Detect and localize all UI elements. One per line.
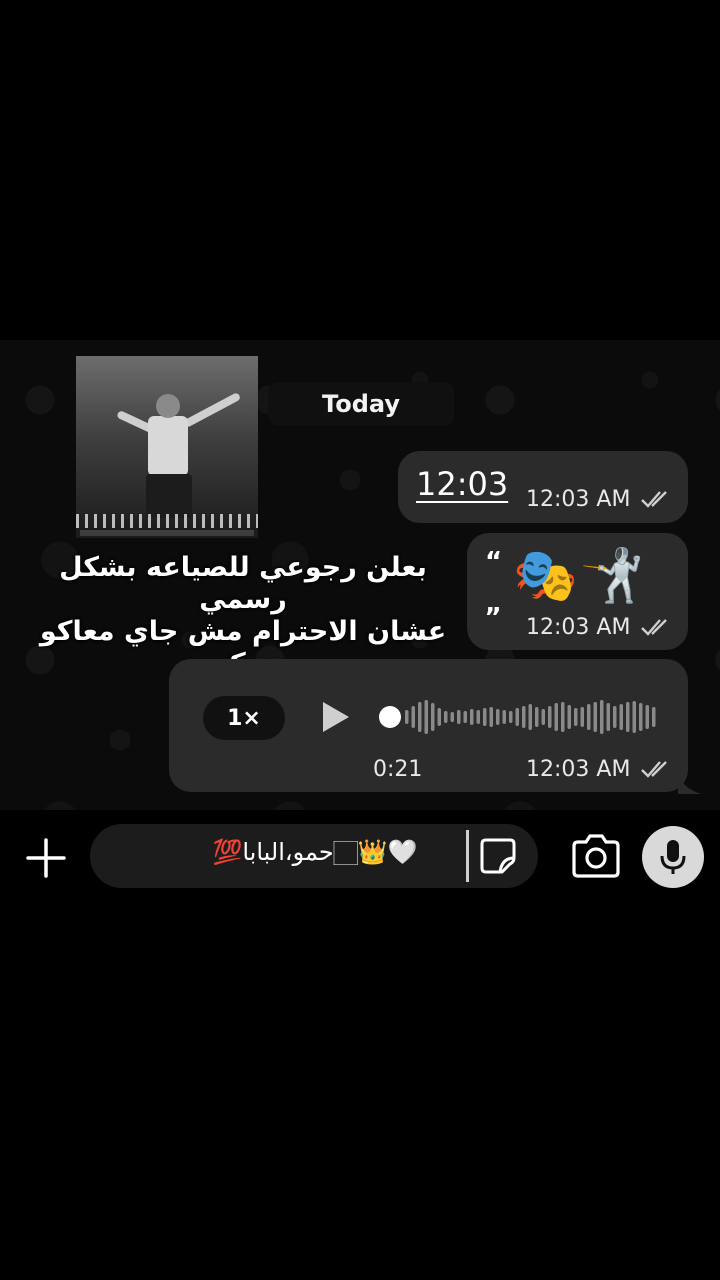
message-bubble[interactable]: “ „ 🎭🤺 12:03 AM (467, 533, 688, 650)
waveform-bar (424, 700, 428, 734)
date-separator: Today (268, 382, 454, 426)
waveform-bar (626, 702, 630, 732)
photo-figure-legs (146, 474, 192, 518)
camera-icon[interactable] (570, 834, 622, 878)
message-input-text: 🤍👑🏻ﺣﻤﻮ،البابا💯 (212, 838, 418, 866)
waveform-bar (457, 710, 461, 724)
waveform-bar (522, 706, 526, 728)
message-emoji: 🎭🤺 (513, 546, 647, 606)
waveform-scrubber[interactable] (379, 706, 401, 728)
waveform-bar (470, 709, 474, 725)
play-icon[interactable] (317, 699, 353, 735)
mic-icon (660, 840, 686, 874)
waveform-bar (639, 703, 643, 731)
waveform-bar (541, 709, 545, 725)
waveform-bar (645, 705, 649, 729)
waveform-bar (606, 703, 610, 731)
waveform-bar (411, 706, 415, 728)
photo-figure-arm (182, 391, 242, 429)
read-ticks-icon (641, 491, 667, 508)
waveform-bar (418, 702, 422, 732)
waveform-bar (574, 708, 578, 726)
waveform-bar (613, 706, 617, 728)
waveform-bar (600, 700, 604, 734)
shared-photo[interactable] (76, 356, 258, 538)
read-ticks-icon (641, 619, 667, 636)
waveform-bar (580, 707, 584, 727)
waveform-bar (502, 710, 506, 724)
date-label: Today (322, 390, 400, 418)
waveform-bar (515, 708, 519, 726)
overlay-caption-line: بعلن رجوعي للصياعه بشكل رسمي (59, 552, 427, 615)
waveform-bar (535, 707, 539, 727)
bubble-tail (678, 776, 702, 794)
waveform-bar (554, 703, 558, 731)
waveform-bar (444, 711, 448, 723)
waveform-bar (587, 704, 591, 730)
waveform-bar (489, 707, 493, 727)
voice-message-bubble[interactable]: 1× 0:21 12:03 AM (169, 659, 688, 792)
waveform-bar (476, 710, 480, 724)
playback-speed-button[interactable]: 1× (203, 696, 285, 740)
message-time: 12:03 AM (526, 757, 631, 782)
message-bubble[interactable]: 12:03 12:03 AM (398, 451, 688, 523)
waveform-bar (528, 704, 532, 730)
waveform-bar (437, 708, 441, 726)
playback-speed-label: 1× (227, 705, 261, 731)
read-ticks-icon (641, 761, 667, 778)
message-input[interactable]: 🤍👑🏻ﺣﻤﻮ،البابا💯 (90, 824, 538, 888)
waveform-bar (567, 705, 571, 729)
waveform-bar (593, 702, 597, 732)
waveform-bar (561, 702, 565, 732)
waveform-bar (652, 707, 656, 727)
photo-caption-strip (80, 530, 254, 536)
text-cursor (466, 830, 469, 882)
waveform-bar (632, 701, 636, 733)
plus-icon[interactable] (24, 836, 68, 880)
waveform-bar (496, 709, 500, 725)
waveform-bar (450, 712, 454, 722)
waveform-bar (619, 704, 623, 730)
message-text: 12:03 (416, 465, 509, 503)
photo-figure-head (156, 394, 180, 418)
waveform-bar (548, 706, 552, 728)
voice-waveform[interactable] (379, 695, 659, 739)
quote-close-mark: „ (485, 589, 503, 619)
sticker-icon[interactable] (478, 836, 518, 876)
photo-stage-lights (76, 514, 258, 528)
waveform-bar (509, 711, 513, 723)
waveform-bar (483, 708, 487, 726)
waveform-bar (463, 711, 467, 723)
mic-button[interactable] (642, 826, 704, 888)
message-time: 12:03 AM (526, 487, 631, 512)
message-time: 12:03 AM (526, 615, 631, 640)
waveform-bar (431, 703, 435, 731)
voice-duration: 0:21 (373, 757, 423, 782)
photo-figure (148, 416, 188, 476)
quote-open-mark: “ (485, 547, 503, 577)
waveform-bar (405, 710, 409, 724)
